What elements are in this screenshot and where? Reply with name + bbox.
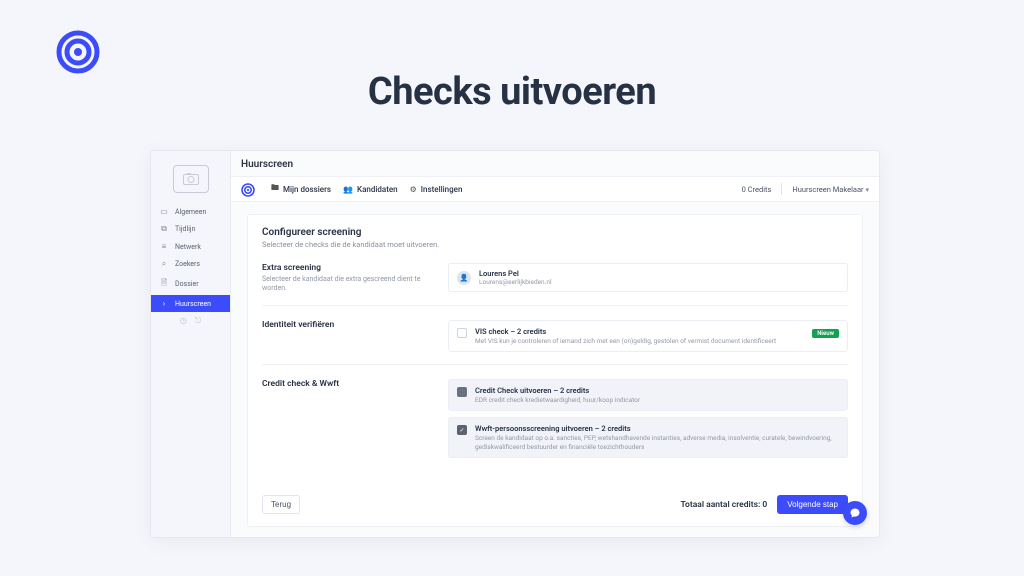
timeline-icon: ⧉ [159, 224, 169, 234]
user-menu[interactable]: Huurscreen Makelaar ▾ [792, 185, 869, 194]
option-title: Wwft-persoonsscreening uitvoeren – 2 cre… [475, 424, 839, 433]
section-title: Identiteit verifiëren [262, 320, 432, 330]
avatar-icon: 👤 [457, 271, 471, 285]
sidebar-item-label: Zoekers [175, 260, 200, 268]
chevron-down-icon: ▾ [865, 186, 869, 194]
card-subtitle: Selecteer de checks die de kandidaat moe… [262, 240, 848, 249]
section-extra-screening: Extra screening Selecteer de kandidaat d… [262, 263, 848, 293]
sidebar-item-label: Netwerk [175, 243, 201, 251]
nav-label: Mijn dossiers [283, 185, 331, 194]
sidebar-item-label: Tijdlijn [175, 225, 195, 233]
topbar: 🖿 Mijn dossiers 👥 Kandidaten ⚙ Instellin… [231, 176, 879, 202]
app-name: Huurscreen [231, 151, 879, 176]
sidebar: ▭ Algemeen ⧉ Tijdlijn ≡ Netwerk ⌕ Zoeker… [151, 151, 231, 537]
folder-icon: 🖿 [271, 182, 279, 196]
card-title: Configureer screening [262, 227, 848, 238]
link-icon[interactable]: ⎋ [195, 316, 201, 326]
option-vis-check[interactable]: VIS check – 2 credits Met VIS kun je con… [448, 320, 848, 352]
app-logo[interactable] [241, 182, 255, 196]
option-credit-check[interactable]: Credit Check uitvoeren – 2 credits EDR c… [448, 379, 848, 411]
checkbox[interactable] [457, 387, 467, 397]
option-desc: Met VIS kun je controleren of iemand zic… [475, 337, 839, 345]
camera-icon [183, 173, 199, 185]
main: Huurscreen 🖿 Mijn dossiers 👥 Kandidaten [231, 151, 879, 537]
sidebar-item-tijdlijn[interactable]: ⧉ Tijdlijn [151, 220, 230, 238]
divider [781, 183, 782, 195]
sidebar-item-netwerk[interactable]: ≡ Netwerk [151, 238, 230, 255]
section-credit-wwft: Credit check & Wwft Credit Check uitvoer… [262, 379, 848, 457]
new-badge: Nieuw [812, 329, 839, 338]
option-title: VIS check – 2 credits [475, 327, 839, 336]
section-title: Extra screening [262, 263, 432, 273]
chat-icon [849, 507, 861, 519]
nav-label: Kandidaten [357, 185, 398, 194]
sidebar-item-label: Huurscreen [175, 300, 211, 308]
sidebar-placeholder [151, 159, 230, 203]
config-card: Configureer screening Selecteer de check… [247, 214, 863, 527]
divider [262, 305, 848, 306]
folder-outline-icon: ▭ [159, 207, 169, 216]
list-icon: ≡ [159, 242, 169, 251]
nav-label: Instellingen [421, 185, 463, 194]
sidebar-item-algemeen[interactable]: ▭ Algemeen [151, 203, 230, 220]
checkbox[interactable] [457, 328, 467, 338]
topbar-nav: 🖿 Mijn dossiers 👥 Kandidaten ⚙ Instellin… [271, 182, 462, 196]
total-label: Totaal aantal credits: [680, 500, 760, 510]
chevron-right-icon: › [159, 299, 169, 308]
people-icon: 👥 [343, 185, 353, 194]
brand-logo [56, 30, 100, 74]
gear-icon: ⚙ [410, 185, 417, 194]
sidebar-item-huurscreen[interactable]: › Huurscreen [151, 295, 230, 312]
section-title: Credit check & Wwft [262, 379, 432, 389]
total-value: 0 [762, 500, 767, 510]
back-button[interactable]: Terug [262, 495, 300, 514]
candidate-name: Lourens Pel [479, 269, 839, 278]
sidebar-item-zoekers[interactable]: ⌕ Zoekers [151, 255, 230, 273]
candidate-card[interactable]: 👤 Lourens Pel Lourens@eerlijkbieden.nl [448, 263, 848, 292]
total-credits: Totaal aantal credits: 0 [680, 500, 767, 510]
file-icon: 🗎 [159, 277, 169, 291]
sidebar-tools: ◷ ⎋ [151, 316, 230, 326]
option-title: Credit Check uitvoeren – 2 credits [475, 386, 839, 395]
sidebar-item-label: Algemeen [175, 208, 206, 216]
checkbox[interactable]: ✓ [457, 425, 467, 435]
sidebar-item-label: Dossier [175, 280, 199, 288]
card-footer: Terug Totaal aantal credits: 0 Volgende … [262, 485, 848, 514]
content: Configureer screening Selecteer de check… [231, 202, 879, 537]
clock-icon[interactable]: ◷ [180, 316, 187, 326]
search-icon: ⌕ [159, 259, 169, 269]
next-button[interactable]: Volgende stap [777, 495, 848, 514]
target-icon [56, 30, 100, 74]
section-identity: Identiteit verifiëren VIS check – 2 cred… [262, 320, 848, 352]
section-desc: Selecteer de kandidaat die extra gescree… [262, 275, 432, 293]
app-window: ▭ Algemeen ⧉ Tijdlijn ≡ Netwerk ⌕ Zoeker… [150, 150, 880, 538]
nav-dossiers[interactable]: 🖿 Mijn dossiers [271, 182, 331, 196]
user-name: Huurscreen Makelaar [792, 185, 863, 194]
option-desc: EDR credit check kredietwaardigheid, huu… [475, 396, 839, 404]
nav-kandidaten[interactable]: 👥 Kandidaten [343, 185, 398, 194]
sidebar-item-dossier[interactable]: 🗎 Dossier [151, 273, 230, 295]
credits-label[interactable]: 0 Credits [742, 185, 772, 194]
option-wwft-screening[interactable]: ✓ Wwft-persoonsscreening uitvoeren – 2 c… [448, 417, 848, 457]
nav-instellingen[interactable]: ⚙ Instellingen [410, 185, 463, 194]
candidate-email: Lourens@eerlijkbieden.nl [479, 278, 839, 286]
help-fab[interactable] [843, 501, 867, 525]
divider [262, 364, 848, 365]
page-title: Checks uitvoeren [0, 70, 1024, 114]
option-desc: Screen de kandidaat op o.a. sancties, PE… [475, 434, 839, 450]
